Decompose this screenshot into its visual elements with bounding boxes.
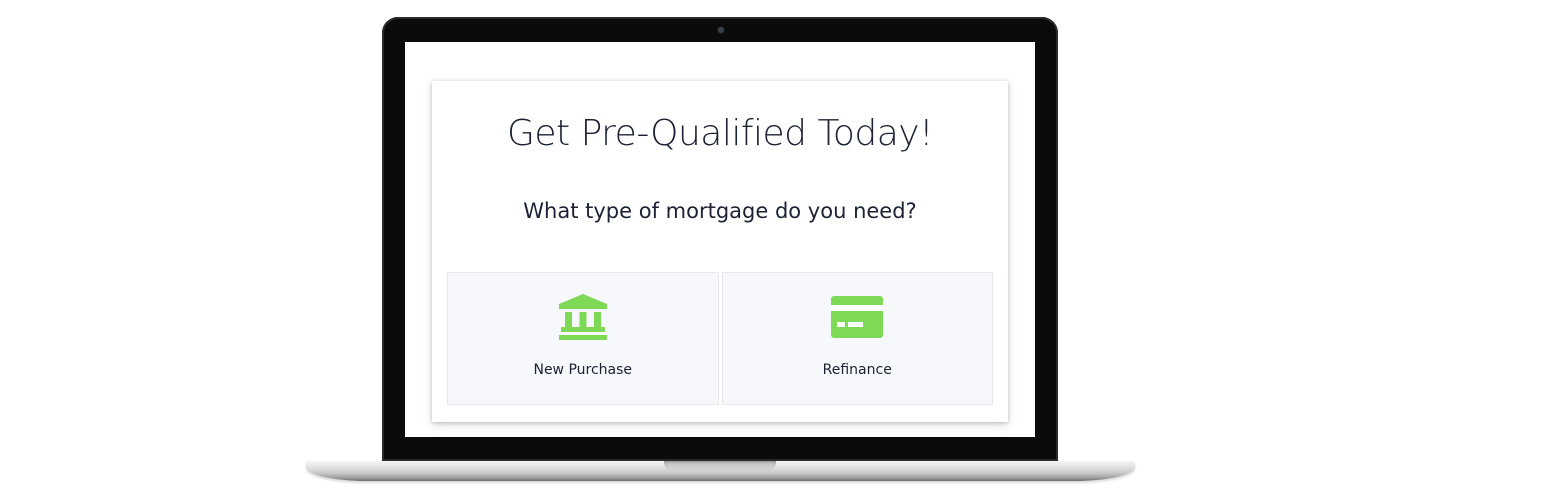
refinance-label: Refinance <box>822 362 892 378</box>
page-title: Get Pre-Qualified Today! <box>506 113 934 154</box>
laptop-lid: Get Pre-Qualified Today! What type of mo… <box>382 17 1058 461</box>
mortgage-type-question: What type of mortgage do you need? <box>523 199 917 223</box>
refinance-option[interactable]: Refinance <box>721 272 993 405</box>
laptop-base <box>306 461 1135 481</box>
prequalify-card: Get Pre-Qualified Today! What type of mo… <box>432 81 1008 422</box>
credit-card-icon <box>831 296 884 338</box>
mortgage-options: New Purchase Refinance <box>447 272 993 405</box>
laptop-base-notch <box>664 461 776 470</box>
bank-icon <box>558 294 607 340</box>
laptop-screen: Get Pre-Qualified Today! What type of mo… <box>405 42 1035 437</box>
new-purchase-label: New Purchase <box>533 362 633 378</box>
new-purchase-option[interactable]: New Purchase <box>447 272 719 405</box>
laptop-mockup: Get Pre-Qualified Today! What type of mo… <box>0 0 1544 500</box>
camera-icon <box>718 27 724 33</box>
